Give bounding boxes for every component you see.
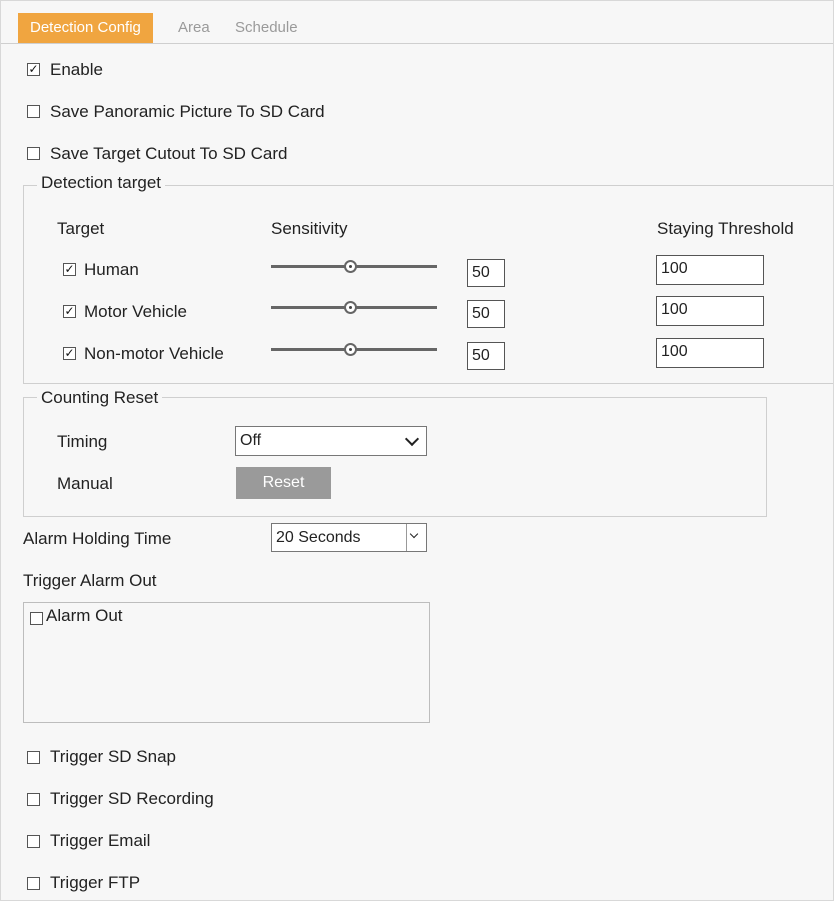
non-motor-vehicle-sensitivity-input[interactable]: 50 [467, 342, 505, 370]
tab-schedule[interactable]: Schedule [235, 13, 298, 43]
alarm-holding-time-label: Alarm Holding Time [23, 529, 172, 548]
select-divider [406, 524, 407, 551]
chevron-down-icon [409, 529, 419, 539]
timing-select-value: Off [240, 432, 262, 449]
column-staying-threshold: Staying Threshold [657, 219, 794, 238]
chevron-down-icon [404, 431, 420, 447]
trigger-sd-recording-checkbox[interactable] [27, 793, 40, 806]
trigger-sd-snap-label: Trigger SD Snap [50, 747, 176, 766]
trigger-alarm-out-label: Trigger Alarm Out [23, 571, 157, 590]
tab-bar: Detection Config Area Schedule [1, 7, 833, 44]
trigger-email-checkbox[interactable] [27, 835, 40, 848]
motor-vehicle-sensitivity-input[interactable]: 50 [467, 300, 505, 328]
trigger-sd-snap-checkbox[interactable] [27, 751, 40, 764]
tab-detection-config[interactable]: Detection Config [18, 13, 153, 43]
enable-label: Enable [50, 60, 103, 79]
timing-label: Timing [57, 432, 108, 451]
non-motor-vehicle-threshold-input[interactable]: 100 [656, 338, 764, 368]
human-slider-handle[interactable] [344, 260, 357, 273]
non-motor-vehicle-label: Non-motor Vehicle [84, 344, 224, 363]
human-label: Human [84, 260, 139, 279]
human-checkbox[interactable]: ✓ [63, 263, 76, 276]
motor-vehicle-threshold-input[interactable]: 100 [656, 296, 764, 326]
reset-button[interactable]: Reset [236, 467, 331, 499]
counting-reset-legend: Counting Reset [37, 388, 163, 408]
alarm-holding-time-value: 20 Seconds [276, 529, 361, 546]
trigger-ftp-label: Trigger FTP [50, 873, 141, 892]
manual-label: Manual [57, 474, 113, 493]
human-threshold-input[interactable]: 100 [656, 255, 764, 285]
trigger-ftp-checkbox[interactable] [27, 877, 40, 890]
alarm-holding-time-select[interactable]: 20 Seconds [271, 523, 427, 552]
detection-target-legend: Detection target [37, 173, 166, 193]
alarm-out-label: Alarm Out [46, 606, 123, 625]
column-sensitivity: Sensitivity [271, 219, 348, 238]
column-target: Target [57, 219, 105, 238]
non-motor-vehicle-slider-handle[interactable] [344, 343, 357, 356]
motor-vehicle-checkbox[interactable]: ✓ [63, 305, 76, 318]
save-cutout-label: Save Target Cutout To SD Card [50, 144, 288, 163]
save-panoramic-checkbox[interactable] [27, 105, 40, 118]
motor-vehicle-slider-handle[interactable] [344, 301, 357, 314]
enable-checkbox[interactable]: ✓ [27, 63, 40, 76]
trigger-sd-recording-label: Trigger SD Recording [50, 789, 214, 808]
non-motor-vehicle-checkbox[interactable]: ✓ [63, 347, 76, 360]
motor-vehicle-label: Motor Vehicle [84, 302, 187, 321]
save-panoramic-label: Save Panoramic Picture To SD Card [50, 102, 325, 121]
timing-select[interactable]: Off [235, 426, 427, 456]
save-cutout-checkbox[interactable] [27, 147, 40, 160]
tab-area[interactable]: Area [178, 13, 210, 43]
alarm-out-list: Alarm Out [23, 602, 430, 723]
trigger-email-label: Trigger Email [50, 831, 151, 850]
detection-config-panel: Detection Config Area Schedule ✓ Enable … [0, 0, 834, 901]
human-sensitivity-input[interactable]: 50 [467, 259, 505, 287]
alarm-out-checkbox[interactable] [30, 612, 43, 625]
